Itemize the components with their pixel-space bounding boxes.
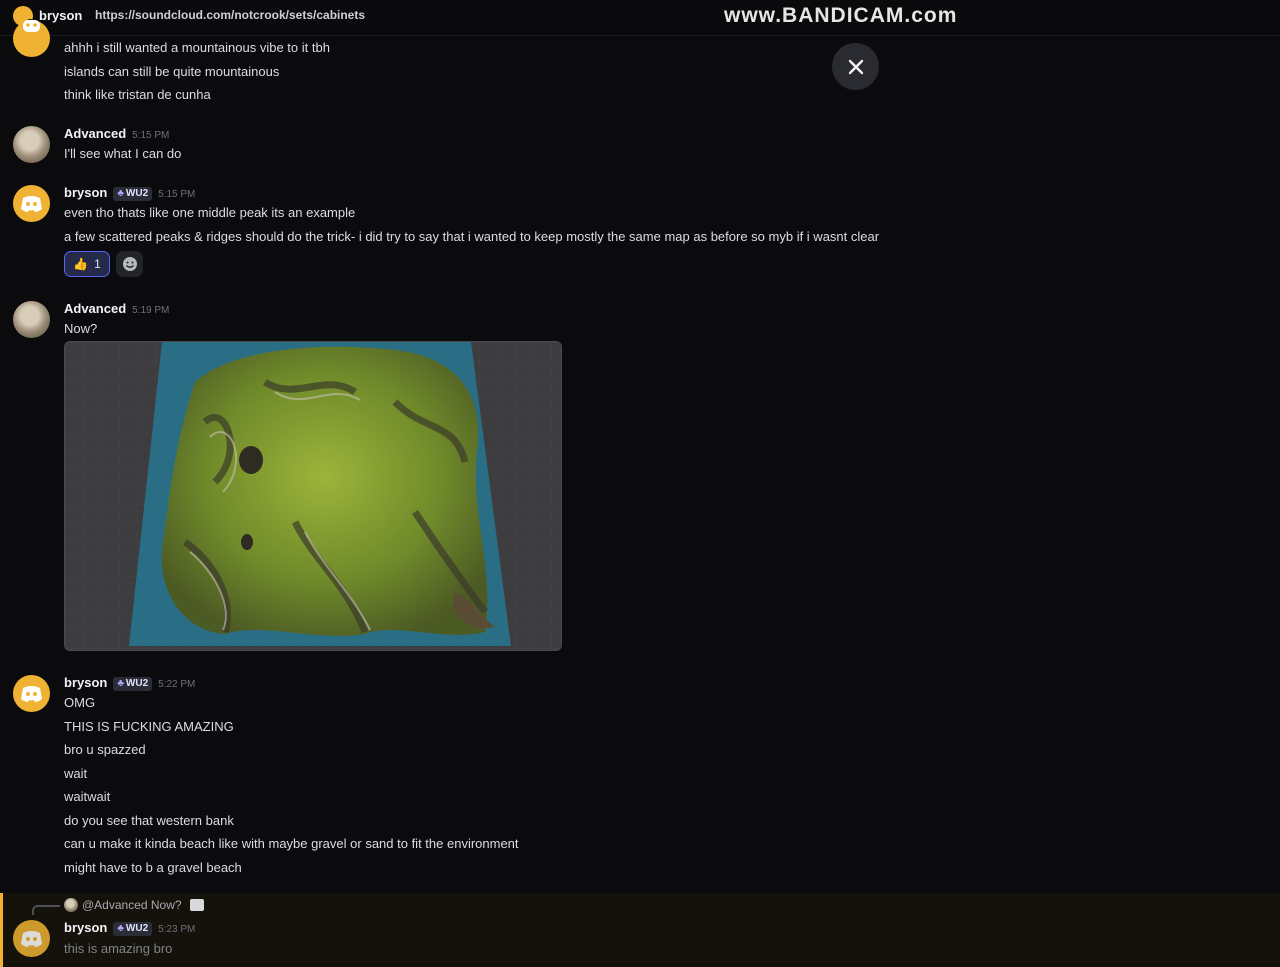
reply-avatar (64, 898, 78, 912)
thumbs-up-icon: 👍 (73, 257, 89, 271)
reply-reference[interactable]: @Advanced Now? (64, 898, 204, 912)
timestamp: 5:19 PM (132, 305, 170, 316)
message-text: think like tristan de cunha (64, 87, 211, 102)
message-text: islands can still be quite mountainous (64, 64, 280, 79)
message-text: might have to b a gravel beach (64, 860, 242, 875)
message-header: Advanced 5:15 PM (64, 126, 169, 141)
timestamp: 5:23 PM (158, 924, 196, 935)
avatar[interactable] (13, 675, 50, 712)
author-name[interactable]: Advanced (64, 126, 126, 141)
message-text: OMG (64, 695, 96, 710)
guild-tag-badge[interactable]: ♣ WU2 (113, 677, 153, 691)
discord-logo-icon (23, 20, 40, 32)
message-header: bryson ♣ WU2 5:22 PM (64, 675, 195, 691)
message-header: bryson ♣ WU2 5:23 PM (64, 920, 195, 936)
reaction-thumbs-up[interactable]: 👍 1 (64, 251, 110, 277)
close-button[interactable] (832, 43, 879, 90)
message-text: a few scattered peaks & ridges should do… (64, 229, 880, 244)
mushroom-icon: ♣ (117, 923, 124, 934)
message-header: Advanced 5:19 PM (64, 301, 169, 316)
reply-connector (32, 905, 60, 915)
bandicam-watermark: www.BANDICAM.com (724, 4, 958, 27)
smiley-icon (122, 257, 137, 271)
author-name[interactable]: bryson (64, 675, 107, 690)
avatar[interactable] (13, 185, 50, 222)
message-text: do you see that western bank (64, 813, 234, 828)
discord-logo-icon (21, 196, 42, 212)
message-text: I'll see what I can do (64, 146, 182, 161)
guild-tag-label: WU2 (125, 678, 149, 689)
message-text: even tho thats like one middle peak its … (64, 205, 356, 220)
message-text: THIS IS FUCKING AMAZING (64, 719, 234, 734)
timestamp: 5:15 PM (158, 189, 196, 200)
close-icon (848, 59, 863, 74)
avatar[interactable] (13, 20, 50, 57)
message-text: wait (64, 766, 88, 781)
message-text: bro u spazzed (64, 742, 146, 757)
avatar[interactable] (13, 920, 50, 957)
guild-tag-label: WU2 (125, 923, 149, 934)
reaction-count: 1 (94, 257, 101, 271)
timestamp: 5:22 PM (158, 679, 196, 690)
avatar[interactable] (13, 126, 50, 163)
terrain-image-attachment[interactable] (64, 341, 562, 651)
message-text: Now? (64, 321, 98, 336)
guild-tag-label: WU2 (125, 188, 149, 199)
discord-logo-icon (21, 686, 42, 702)
avatar[interactable] (13, 301, 50, 338)
message-header: bryson ♣ WU2 5:15 PM (64, 185, 195, 201)
guild-tag-badge[interactable]: ♣ WU2 (113, 922, 153, 936)
message-text: waitwait (64, 789, 111, 804)
author-name[interactable]: Advanced (64, 301, 126, 316)
image-icon (189, 899, 204, 911)
message-text: ahhh i still wanted a mountainous vibe t… (64, 40, 330, 55)
mushroom-icon: ♣ (117, 188, 124, 199)
mushroom-icon: ♣ (117, 678, 124, 689)
reply-reference-text: @Advanced Now? (82, 898, 182, 912)
message-text: can u make it kinda beach like with mayb… (64, 836, 519, 851)
author-name[interactable]: bryson (64, 185, 107, 200)
discord-logo-icon (21, 931, 42, 947)
guild-tag-badge[interactable]: ♣ WU2 (113, 187, 153, 201)
message-text: this is amazing bro (64, 941, 173, 956)
timestamp: 5:15 PM (132, 130, 170, 141)
top-bar: bryson https://soundcloud.com/notcrook/s… (0, 0, 1280, 36)
terrain-render-image (65, 342, 561, 650)
activity-url-link[interactable]: https://soundcloud.com/notcrook/sets/cab… (95, 8, 365, 22)
author-name[interactable]: bryson (64, 920, 107, 935)
add-reaction-button[interactable] (116, 251, 143, 277)
